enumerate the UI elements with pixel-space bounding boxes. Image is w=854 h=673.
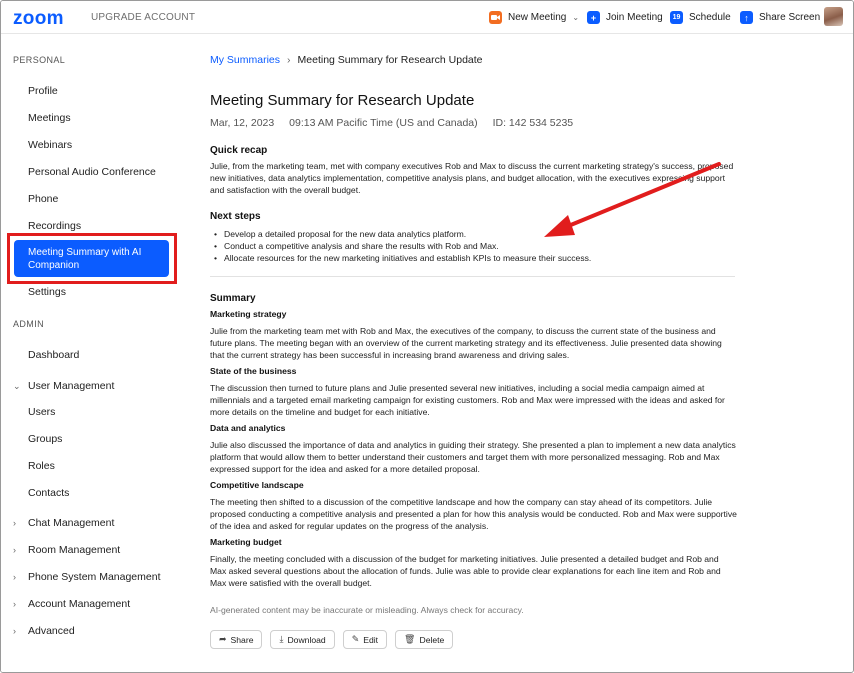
app-window: zoom UPGRADE ACCOUNT New Meeting ⌄ + Joi… xyxy=(0,0,854,673)
summary-heading: Summary xyxy=(210,293,256,304)
action-bar: ➦ Share ⤓ Download ✎ Edit 🗑 Delete xyxy=(210,630,461,649)
quick-recap-text: Julie, from the marketing team, met with… xyxy=(210,161,734,195)
sidebar-group-label: Phone System Management xyxy=(28,571,161,583)
sidebar-group-advanced[interactable]: › Advanced xyxy=(13,625,75,637)
share-screen-icon: ↑ xyxy=(740,11,753,24)
section-label-personal: PERSONAL xyxy=(13,55,66,65)
sidebar-item-meetings[interactable]: Meetings xyxy=(28,112,71,124)
sidebar-item-groups[interactable]: Groups xyxy=(28,433,62,445)
meeting-time: 09:13 AM Pacific Time (US and Canada) xyxy=(289,117,478,129)
calendar-icon: 19 xyxy=(670,11,683,24)
delete-label: Delete xyxy=(419,634,445,645)
main-content: My Summaries › Meeting Summary for Researc… xyxy=(183,35,853,672)
download-button[interactable]: ⤓ Download xyxy=(270,630,335,649)
sidebar: PERSONAL Profile Meetings Webinars Perso… xyxy=(1,35,183,672)
next-steps-heading: Next steps xyxy=(210,211,261,222)
chevron-right-icon: › xyxy=(13,518,16,528)
sidebar-item-users[interactable]: Users xyxy=(28,406,55,418)
chevron-right-icon: › xyxy=(13,626,16,636)
zoom-logo[interactable]: zoom xyxy=(13,8,64,30)
sidebar-item-meeting-summary[interactable]: Meeting Summary with AI Companion xyxy=(14,240,169,277)
sidebar-group-label: Advanced xyxy=(28,625,75,637)
section-text-state-of-business: The discussion then turned to future pla… xyxy=(210,383,725,417)
top-bar: zoom UPGRADE ACCOUNT New Meeting ⌄ + Joi… xyxy=(1,1,853,34)
section-heading-marketing-strategy: Marketing strategy xyxy=(210,309,287,319)
list-item: Conduct a competitive analysis and share… xyxy=(210,240,740,252)
page-title: Meeting Summary for Research Update xyxy=(210,92,475,109)
share-button[interactable]: ➦ Share xyxy=(210,630,263,649)
sidebar-item-dashboard[interactable]: Dashboard xyxy=(28,349,79,361)
edit-button[interactable]: ✎ Edit xyxy=(342,630,388,649)
ai-disclaimer: AI-generated content may be inaccurate o… xyxy=(210,605,524,615)
download-icon: ⤓ xyxy=(279,634,284,644)
trash-icon: 🗑 xyxy=(404,634,416,644)
section-heading-competitive-landscape: Competitive landscape xyxy=(210,480,304,490)
join-meeting-button[interactable]: + Join Meeting xyxy=(587,9,663,26)
sidebar-item-contacts[interactable]: Contacts xyxy=(28,487,69,499)
new-meeting-label: New Meeting xyxy=(508,12,567,23)
schedule-label: Schedule xyxy=(689,12,731,23)
delete-button[interactable]: 🗑 Delete xyxy=(395,630,454,649)
sidebar-group-room-management[interactable]: › Room Management xyxy=(13,544,120,556)
breadcrumb: My Summaries › Meeting Summary for Researc… xyxy=(210,54,483,66)
sidebar-group-label: Chat Management xyxy=(28,517,115,529)
chevron-right-icon: › xyxy=(13,599,16,609)
sidebar-group-account-management[interactable]: › Account Management xyxy=(13,598,130,610)
new-meeting-button[interactable]: New Meeting ⌄ xyxy=(489,9,579,26)
meeting-date: Mar, 12, 2023 xyxy=(210,117,275,129)
section-heading-marketing-budget: Marketing budget xyxy=(210,537,282,547)
pencil-icon: ✎ xyxy=(351,634,360,644)
sidebar-group-user-management[interactable]: ⌄ User Management xyxy=(13,380,114,392)
breadcrumb-my-summaries[interactable]: My Summaries xyxy=(210,54,280,66)
sidebar-group-label: Account Management xyxy=(28,598,131,610)
next-steps-list: Develop a detailed proposal for the new … xyxy=(210,228,740,264)
divider xyxy=(210,276,735,277)
sidebar-item-personal-audio-conference[interactable]: Personal Audio Conference xyxy=(28,166,156,178)
chevron-down-icon: ⌄ xyxy=(13,381,21,391)
share-screen-label: Share Screen xyxy=(759,12,821,23)
meeting-id: ID: 142 534 5235 xyxy=(492,117,574,129)
sidebar-item-profile[interactable]: Profile xyxy=(28,85,58,97)
sidebar-group-chat-management[interactable]: › Chat Management xyxy=(13,517,114,529)
section-heading-state-of-business: State of the business xyxy=(210,366,297,376)
sidebar-group-label: User Management xyxy=(28,380,115,392)
share-screen-button[interactable]: ↑ Share Screen xyxy=(740,9,820,26)
list-item: Allocate resources for the new marketing… xyxy=(210,252,740,264)
section-label-admin: ADMIN xyxy=(13,319,44,329)
section-text-marketing-strategy: Julie from the marketing team met with R… xyxy=(210,326,722,360)
chevron-right-icon: › xyxy=(13,545,16,555)
sidebar-item-phone[interactable]: Phone xyxy=(28,193,58,205)
list-item: Develop a detailed proposal for the new … xyxy=(210,228,740,240)
plus-icon: + xyxy=(587,11,600,24)
sidebar-item-webinars[interactable]: Webinars xyxy=(28,139,72,151)
section-heading-data-analytics: Data and analytics xyxy=(210,423,286,433)
sidebar-group-label: Room Management xyxy=(28,544,121,556)
upgrade-account-link[interactable]: UPGRADE ACCOUNT xyxy=(91,12,195,23)
sidebar-item-recordings[interactable]: Recordings xyxy=(28,220,81,232)
section-text-data-analytics: Julie also discussed the importance of d… xyxy=(210,440,736,474)
share-label: Share xyxy=(230,634,254,645)
sidebar-group-phone-system-management[interactable]: › Phone System Management xyxy=(13,571,161,583)
sidebar-item-roles[interactable]: Roles xyxy=(28,460,55,472)
download-label: Download xyxy=(287,634,326,645)
meeting-meta: Mar, 12, 2023 09:13 AM Pacific Time (US … xyxy=(210,117,585,129)
join-meeting-label: Join Meeting xyxy=(606,12,663,23)
video-camera-icon xyxy=(489,11,502,24)
edit-label: Edit xyxy=(363,634,379,645)
quick-recap-heading: Quick recap xyxy=(210,145,268,156)
breadcrumb-current: Meeting Summary for Research Update xyxy=(297,54,483,66)
avatar[interactable] xyxy=(824,7,843,26)
chevron-right-icon: › xyxy=(287,54,291,66)
share-icon: ➦ xyxy=(219,634,227,644)
chevron-down-icon: ⌄ xyxy=(572,13,580,22)
chevron-right-icon: › xyxy=(13,572,16,582)
section-text-competitive-landscape: The meeting then shifted to a discussion… xyxy=(210,497,737,531)
sidebar-item-settings[interactable]: Settings xyxy=(28,286,66,298)
section-text-marketing-budget: Finally, the meeting concluded with a di… xyxy=(210,554,721,588)
schedule-button[interactable]: 19 Schedule xyxy=(670,9,731,26)
